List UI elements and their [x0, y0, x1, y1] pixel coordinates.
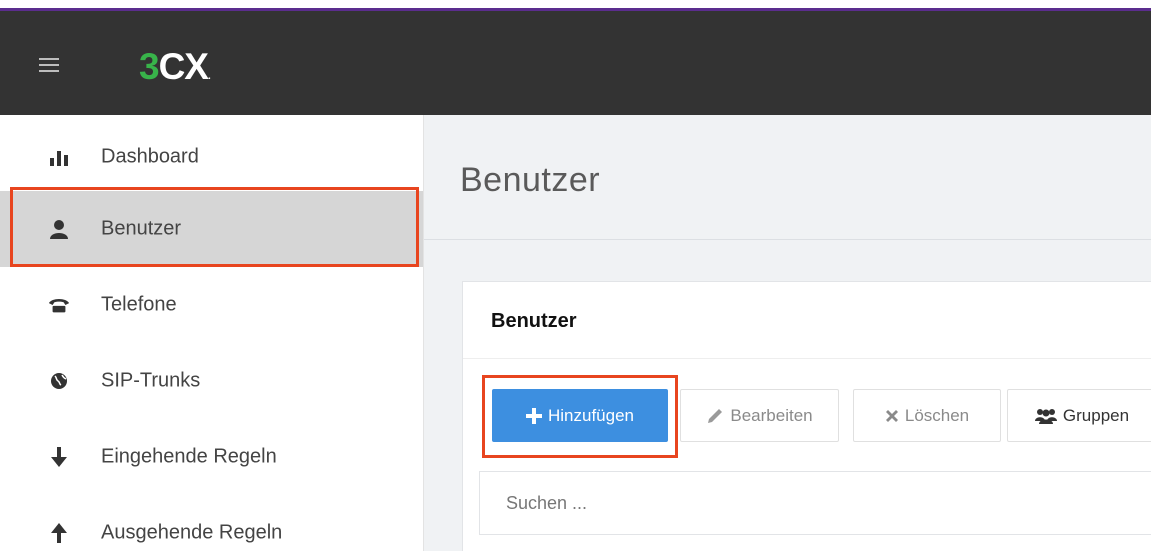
groups-button-label: Gruppen — [1062, 405, 1130, 425]
sidebar-item-eingehende-regeln[interactable]: Eingehende Regeln — [0, 419, 423, 495]
pencil-icon — [706, 407, 724, 425]
sidebar-item-label: Telefone — [101, 293, 177, 316]
edit-button-label: Bearbeiten — [730, 405, 813, 425]
groups-button[interactable]: Gruppen — [1007, 389, 1151, 442]
hamburger-menu-icon[interactable] — [39, 58, 59, 72]
user-icon — [48, 218, 70, 240]
sidebar: Dashboard Benutzer Telefone SIP-Trunks E… — [0, 115, 424, 551]
globe-icon — [48, 370, 70, 392]
sidebar-item-dashboard[interactable]: Dashboard — [0, 119, 423, 195]
sidebar-item-label: Benutzer — [101, 217, 182, 240]
sidebar-item-sip-trunks[interactable]: SIP-Trunks — [0, 343, 423, 419]
sidebar-item-label: SIP-Trunks — [101, 369, 201, 392]
users-panel: Benutzer Hinzufügen Bearbeiten Löschen G — [462, 281, 1151, 551]
sidebar-item-label: Dashboard — [101, 145, 199, 168]
edit-button[interactable]: Bearbeiten — [680, 389, 839, 442]
delete-button[interactable]: Löschen — [853, 389, 1001, 442]
plus-icon — [525, 407, 542, 424]
panel-header: Benutzer — [463, 282, 1151, 359]
add-button[interactable]: Hinzufügen — [492, 389, 668, 442]
delete-button-label: Löschen — [904, 405, 970, 425]
3cx-logo[interactable]: 3CX. — [139, 47, 211, 87]
top-navbar: 3CX. — [0, 11, 1151, 115]
page-header: Benutzer — [424, 115, 1151, 240]
search-input[interactable] — [479, 471, 1151, 535]
sidebar-item-benutzer[interactable]: Benutzer — [0, 191, 423, 267]
arrow-up-icon — [48, 522, 70, 544]
main-content: Benutzer Benutzer Hinzufügen Bearbeiten … — [424, 115, 1151, 551]
users-group-icon — [1034, 408, 1057, 424]
sidebar-item-telefone[interactable]: Telefone — [0, 267, 423, 343]
sidebar-item-label: Ausgehende Regeln — [101, 521, 283, 544]
top-accent-strip — [0, 0, 1151, 11]
panel-title: Benutzer — [491, 310, 577, 332]
x-icon — [885, 409, 899, 423]
arrow-down-icon — [48, 446, 70, 468]
add-button-label: Hinzufügen — [547, 405, 634, 425]
phone-icon — [48, 294, 70, 316]
bar-chart-icon — [48, 146, 70, 168]
sidebar-item-label: Eingehende Regeln — [101, 445, 277, 468]
page-title: Benutzer — [460, 161, 601, 199]
sidebar-item-ausgehende-regeln[interactable]: Ausgehende Regeln — [0, 495, 423, 551]
